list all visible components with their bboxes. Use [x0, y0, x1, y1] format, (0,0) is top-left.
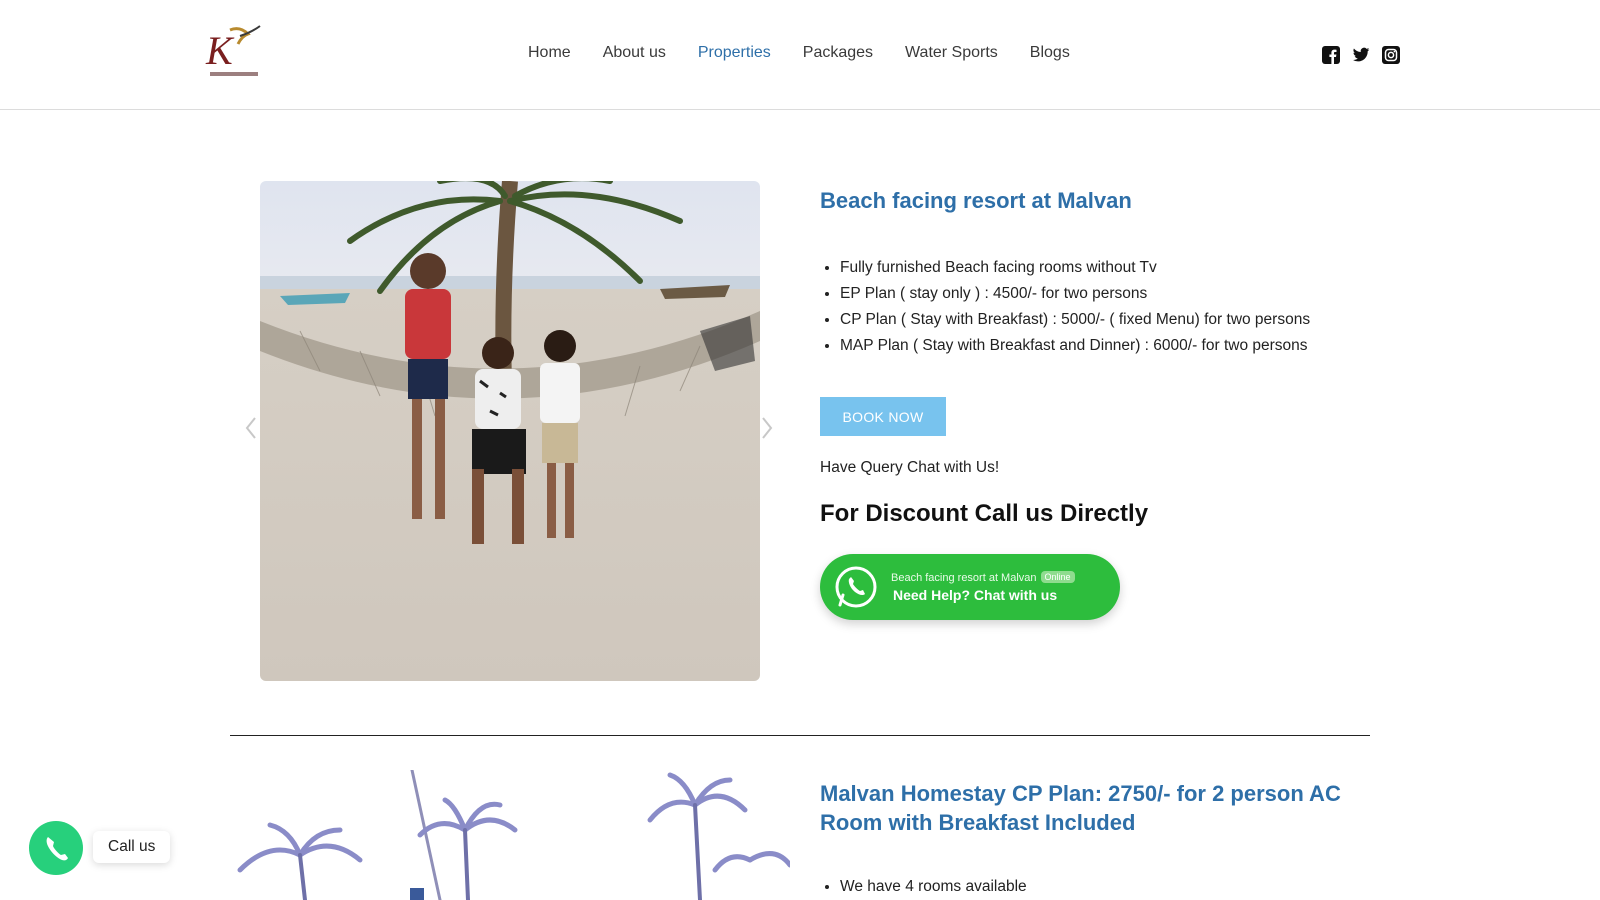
nav-properties[interactable]: Properties	[698, 44, 771, 62]
list-item: EP Plan ( stay only ) : 4500/- for two p…	[840, 284, 1310, 310]
call-button[interactable]	[29, 821, 83, 875]
whatsapp-cta: Need Help? Chat with us	[893, 587, 1058, 603]
call-us-label[interactable]: Call us	[93, 831, 171, 863]
instagram-icon[interactable]	[1382, 46, 1400, 64]
property-title: Beach facing resort at Malvan	[820, 188, 1132, 213]
site-header: K Home About us Properties Packages Wate…	[0, 0, 1600, 110]
resort-photo-carousel[interactable]	[260, 181, 760, 681]
svg-text:K: K	[205, 28, 235, 73]
list-item: MAP Plan ( Stay with Breakfast and Dinne…	[840, 336, 1310, 362]
carousel-prev-icon[interactable]	[244, 416, 258, 440]
homestay-photo[interactable]	[230, 770, 790, 900]
property-features-list: Fully furnished Beach facing rooms witho…	[840, 258, 1310, 362]
section-divider	[230, 735, 1370, 736]
list-item: CP Plan ( Stay with Breakfast) : 5000/- …	[840, 310, 1310, 336]
discount-heading: For Discount Call us Directly	[820, 500, 1149, 527]
social-links	[1322, 46, 1400, 64]
nav-packages[interactable]: Packages	[803, 44, 873, 62]
nav-blogs[interactable]: Blogs	[1030, 44, 1070, 62]
list-item: Fully furnished Beach facing rooms witho…	[840, 258, 1310, 284]
carousel-next-icon[interactable]	[760, 416, 774, 440]
whatsapp-chat-button[interactable]: Beach facing resort at Malvan Online Need…	[820, 554, 1120, 620]
book-now-button[interactable]: BOOK NOW	[820, 397, 946, 436]
nav-home[interactable]: Home	[528, 44, 571, 62]
facebook-icon[interactable]	[1322, 46, 1340, 64]
whatsapp-subtitle: Beach facing resort at Malvan Online	[891, 571, 1075, 584]
list-item: We have 4 rooms available	[840, 878, 1027, 896]
query-text: Have Query Chat with Us!	[820, 459, 1000, 476]
nav-about-us[interactable]: About us	[603, 44, 666, 62]
homestay-title: Malvan Homestay CP Plan: 2750/- for 2 pe…	[820, 781, 1341, 835]
main-nav: Home About us Properties Packages Water …	[528, 44, 1070, 62]
nav-water-sports[interactable]: Water Sports	[905, 44, 998, 62]
site-logo[interactable]: K	[200, 22, 266, 82]
whatsapp-icon	[834, 565, 878, 609]
homestay-features-list: We have 4 rooms available	[840, 878, 1027, 896]
phone-icon	[46, 837, 68, 861]
whatsapp-subtitle-text: Beach facing resort at Malvan	[891, 572, 1037, 584]
twitter-icon[interactable]	[1352, 46, 1370, 64]
online-badge: Online	[1040, 571, 1075, 583]
